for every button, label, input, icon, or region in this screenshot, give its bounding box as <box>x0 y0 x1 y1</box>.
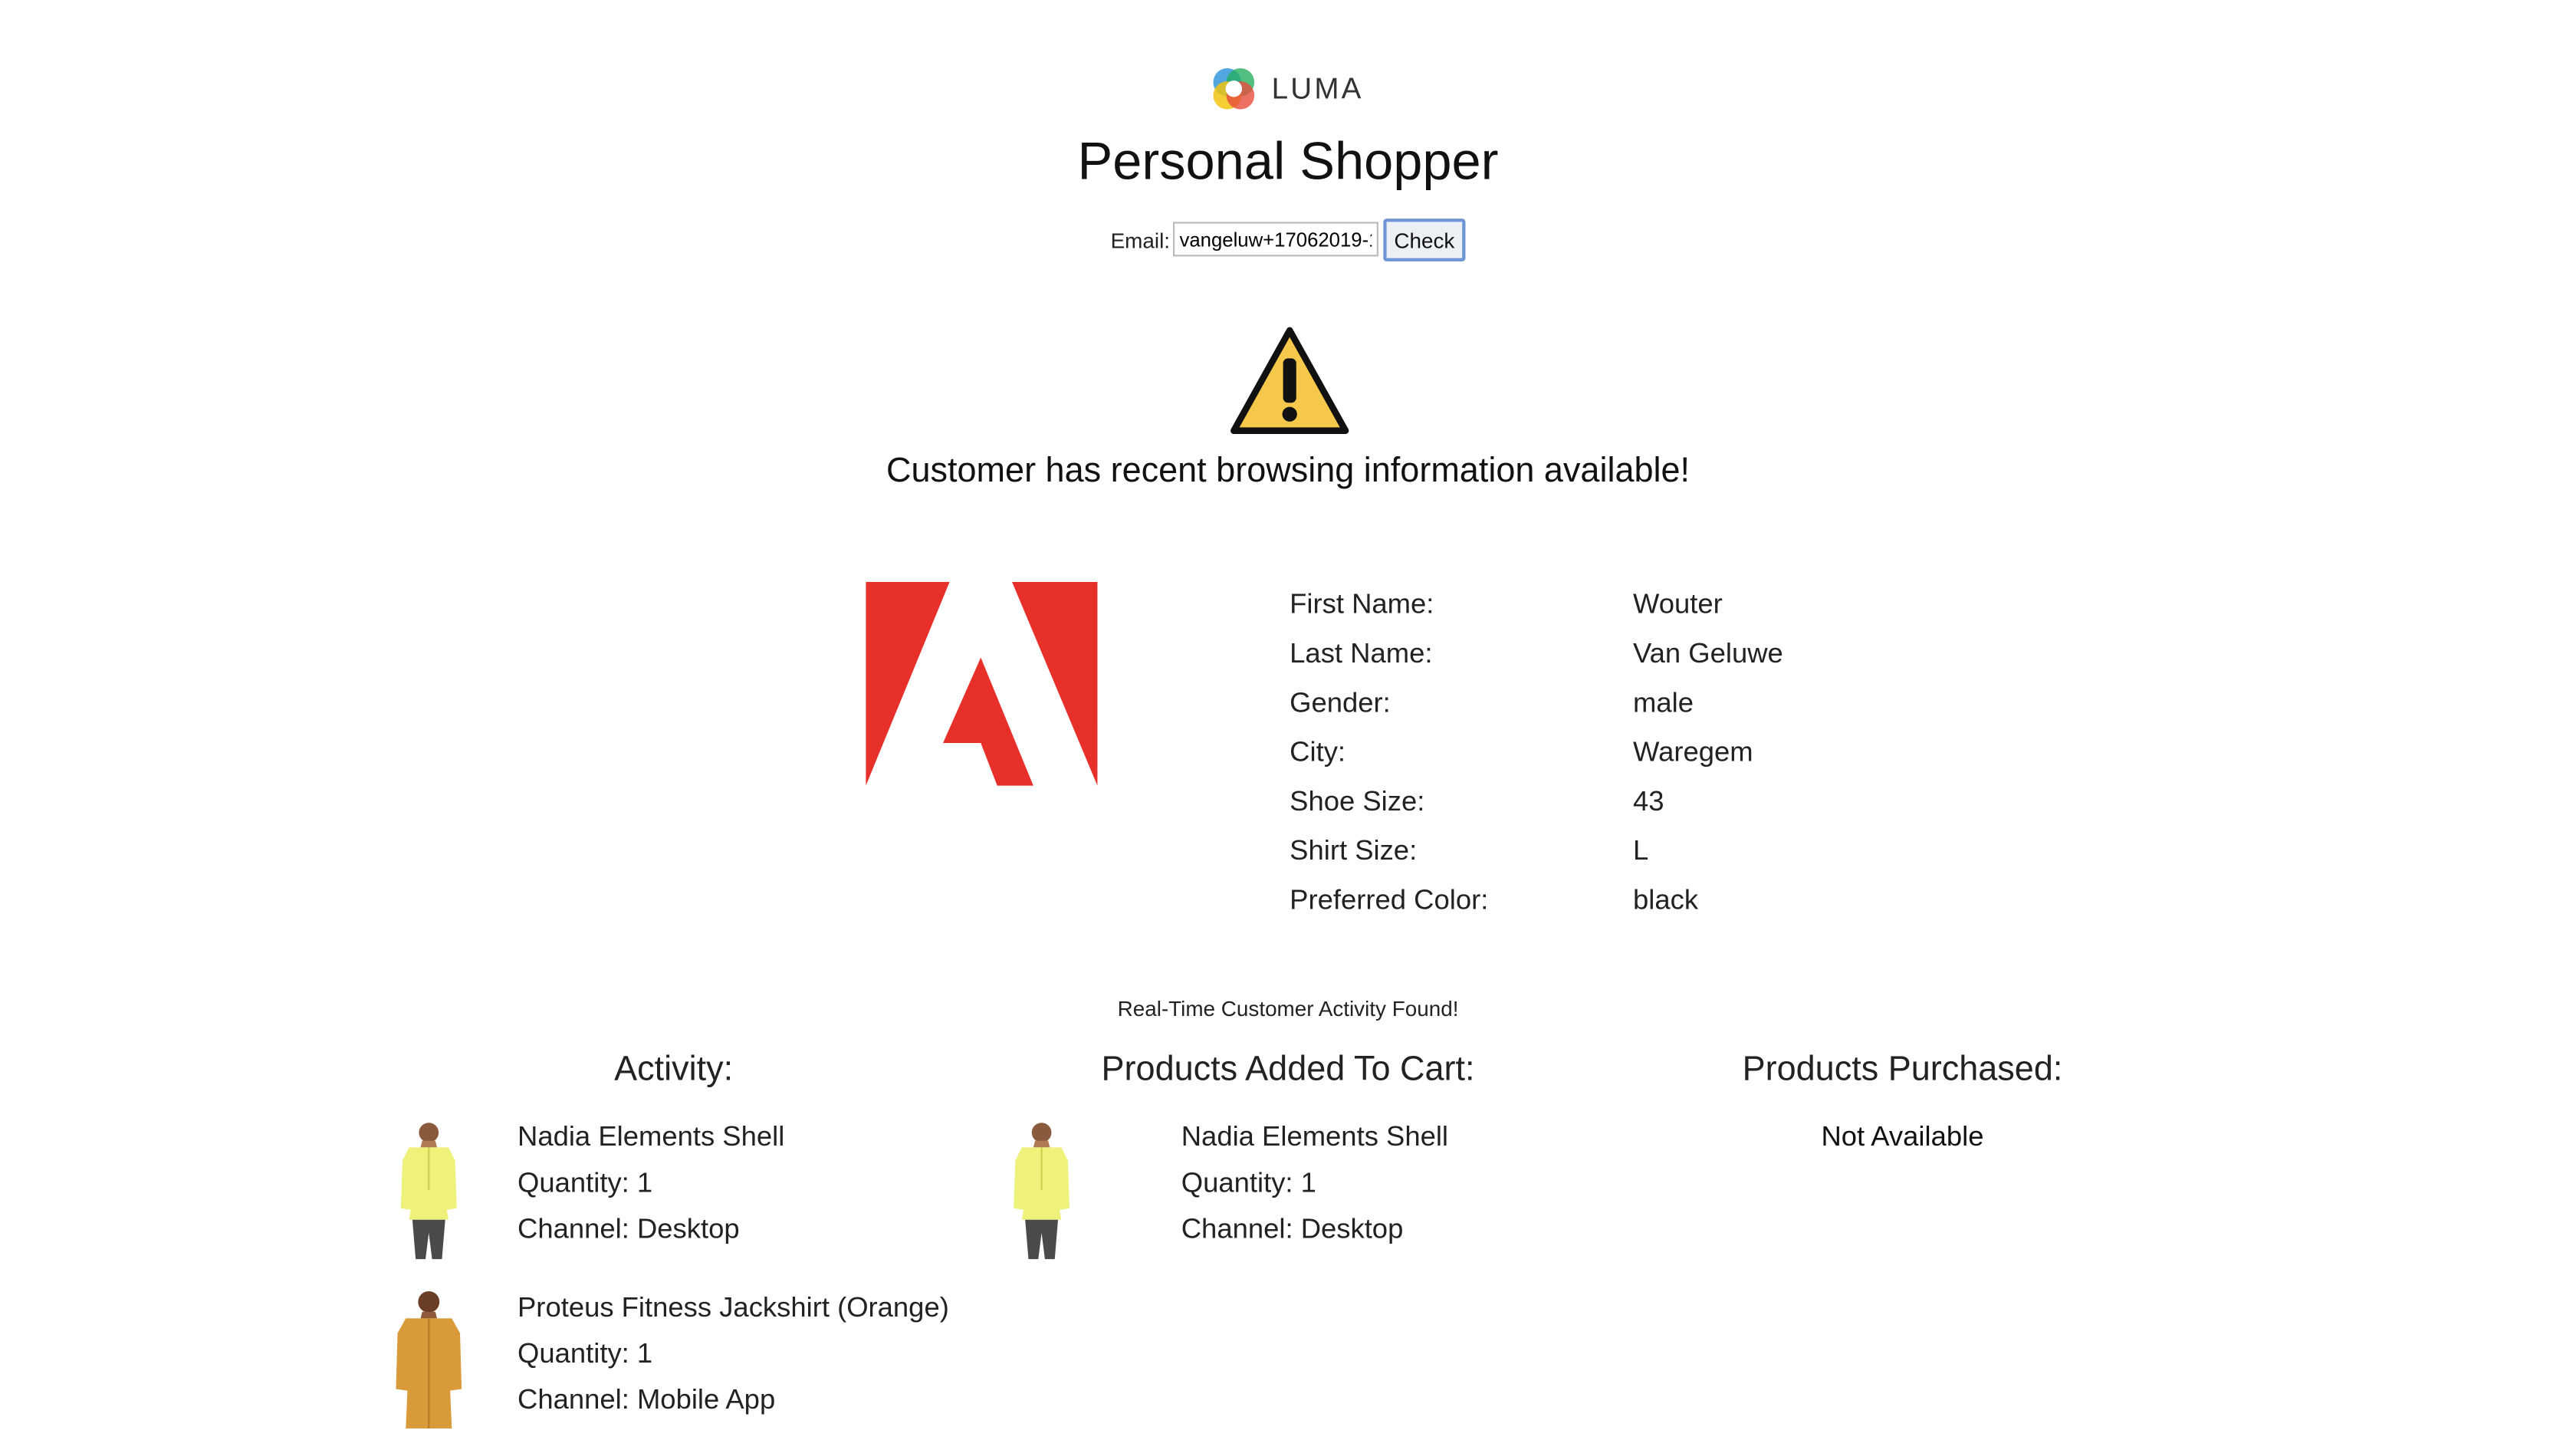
shoe-size-value: 43 <box>1633 785 1664 817</box>
warning-icon <box>1229 325 1351 437</box>
activity-heading: Activity: <box>614 1050 734 1089</box>
activity-1-channel: Channel: Desktop <box>518 1213 740 1244</box>
yellow-jacket-thumbnail <box>1001 1118 1083 1263</box>
shoe-size-label: Shoe Size: <box>1290 785 1425 817</box>
city-value: Waregem <box>1633 736 1753 768</box>
preferred-color-label: Preferred Color: <box>1290 884 1489 916</box>
activity-1-product: Nadia Elements Shell <box>518 1121 785 1152</box>
activity-2-channel: Channel: Mobile App <box>518 1384 776 1415</box>
purchased-empty-text: Not Available <box>1821 1121 1984 1152</box>
gender-label: Gender: <box>1290 687 1391 718</box>
activity-2-product: Proteus Fitness Jackshirt (Orange) <box>518 1292 949 1323</box>
email-input[interactable] <box>1173 222 1378 257</box>
gender-value: male <box>1633 687 1694 718</box>
activity-2-quantity: Quantity: 1 <box>518 1338 653 1369</box>
shirt-size-label: Shirt Size: <box>1290 835 1418 866</box>
orange-jacket-thumbnail <box>388 1287 470 1432</box>
first-name-value: Wouter <box>1633 588 1723 620</box>
adobe-logo <box>866 581 1098 786</box>
realtime-activity-label: Real-Time Customer Activity Found! <box>1117 996 1459 1021</box>
shirt-size-value: L <box>1633 835 1649 866</box>
alert-message: Customer has recent browsing information… <box>886 452 1691 490</box>
activity-1-quantity: Quantity: 1 <box>518 1167 653 1198</box>
page-title: Personal Shopper <box>1077 131 1499 191</box>
cart-heading: Products Added To Cart: <box>1101 1050 1475 1089</box>
personal-shopper-page: LUMA Personal Shopper Email: Check Custo… <box>0 0 2576 1440</box>
cart-1-quantity: Quantity: 1 <box>1181 1167 1316 1198</box>
luma-logo-icon <box>1213 67 1255 110</box>
first-name-label: First Name: <box>1290 588 1434 620</box>
last-name-value: Van Geluwe <box>1633 637 1783 669</box>
yellow-jacket-thumbnail <box>388 1118 470 1263</box>
check-button[interactable]: Check <box>1383 219 1466 261</box>
luma-logo: LUMA <box>1209 64 1367 113</box>
preferred-color-value: black <box>1633 884 1699 916</box>
city-label: City: <box>1290 736 1346 768</box>
brand-name: LUMA <box>1271 72 1364 106</box>
cart-1-channel: Channel: Desktop <box>1181 1213 1404 1244</box>
purchased-heading: Products Purchased: <box>1742 1050 2063 1089</box>
email-label: Email: <box>1110 228 1171 254</box>
last-name-label: Last Name: <box>1290 637 1433 669</box>
cart-1-product: Nadia Elements Shell <box>1181 1121 1449 1152</box>
